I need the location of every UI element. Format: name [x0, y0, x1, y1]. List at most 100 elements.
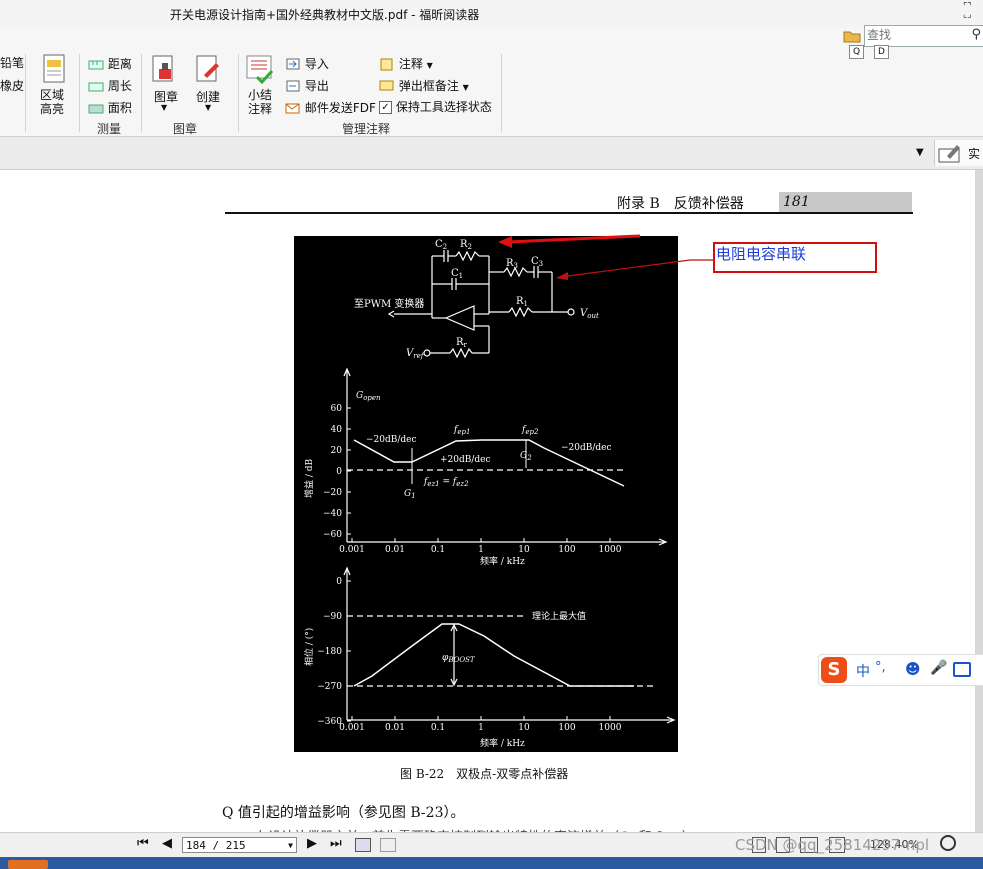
measure-group-label: 测量	[97, 122, 122, 136]
perimeter-icon	[88, 82, 104, 91]
phase-xlabel: 频率 / kHz	[480, 737, 525, 749]
search-box[interactable]: ⚲	[864, 25, 983, 47]
import-button[interactable]: 导入	[285, 55, 329, 72]
comments-group-label: 管理注释	[342, 122, 391, 136]
label-rr: Rr	[456, 337, 468, 349]
email-fdf-button[interactable]: 邮件发送FDF	[285, 99, 376, 116]
typewriter-button[interactable]: 实	[934, 140, 983, 166]
ruler-icon	[88, 60, 104, 69]
chevron-down-icon[interactable]: ▼	[205, 103, 211, 112]
prev-page-icon[interactable]: ◀	[162, 836, 172, 851]
email-icon	[285, 103, 300, 114]
popup-note-label: 弹出框备注	[398, 79, 459, 93]
pencil-button[interactable]: 铅笔	[0, 54, 24, 71]
phase-x-tick-label: 0.01	[385, 723, 405, 733]
page-number-input[interactable]: 184 / 215 ▼	[182, 837, 297, 853]
restore-icon[interactable]: ⌜⌝ ⌞⌟	[963, 3, 977, 20]
taskbar	[0, 857, 983, 869]
body-text: Q 值引起的增益影响（参见图 B-23）。	[222, 805, 465, 821]
gain-y-tick-label: −20	[323, 488, 342, 498]
phase-x-tick-label: 10	[518, 723, 530, 733]
annotation-arrows[interactable]	[490, 228, 720, 288]
sogou-logo-icon[interactable]: S	[821, 657, 847, 683]
annotation-label: 注释	[398, 57, 423, 71]
header-rule	[225, 212, 913, 214]
ime-toolbar[interactable]: S 中 °, ☻ 🎤	[818, 654, 983, 686]
create-stamp-button[interactable]	[194, 55, 222, 85]
secondary-toolbar: ▼ 实	[0, 137, 983, 170]
figure-image: C2 R2 C1 R3 C3 R1 Rr 至PWM 变换器 Vout Vref …	[294, 236, 678, 752]
chevron-down-icon[interactable]: ▼	[916, 147, 924, 158]
gain-ylabel: 增益 / dB	[303, 458, 315, 498]
label-r2: R2	[460, 239, 472, 251]
stamp-button[interactable]	[150, 55, 178, 85]
page-header-text: 附录 B 反馈补偿器	[617, 196, 744, 212]
microphone-icon[interactable]: 🎤	[930, 660, 947, 676]
area-highlight-button[interactable]	[39, 54, 69, 84]
summary-comments-button[interactable]	[245, 55, 275, 85]
export-button[interactable]: 导出	[285, 77, 329, 94]
prev-view-icon[interactable]	[355, 838, 371, 852]
gopen-label: Gopen	[356, 391, 381, 402]
divider	[79, 54, 80, 132]
phi-boost-label: φBOOST	[442, 653, 476, 664]
keep-tool-checkbox[interactable]: ✓ 保持工具选择状态	[379, 98, 492, 115]
zoom-out-icon[interactable]	[940, 835, 956, 851]
fez-label: fez1 = fez2	[423, 477, 469, 488]
popup-icon	[379, 80, 394, 91]
folder-icon[interactable]	[843, 29, 861, 46]
next-view-icon[interactable]	[380, 838, 396, 852]
first-page-icon[interactable]: ⏮	[137, 836, 149, 851]
ime-punct[interactable]: °,	[875, 660, 886, 675]
divider	[141, 54, 142, 132]
checkbox-checked-icon[interactable]: ✓	[379, 101, 392, 114]
chevron-down-icon[interactable]: ▼	[288, 838, 293, 854]
chevron-down-icon[interactable]: ▼	[427, 61, 433, 70]
gain-x-tick-label: 10	[518, 545, 530, 555]
phase-x-ticks: 0.001 0.01 0.1 1 10 100 1000	[339, 716, 622, 733]
phase-y-tick-label: −180	[317, 647, 342, 657]
gain-x-tick-label: 1000	[599, 545, 622, 555]
ribbon: 铅笔 橡皮 区域 高亮 距离 周长 面积 测量 图章 ▼ 创建 ▼ 图章 小结 …	[0, 28, 983, 137]
email-fdf-label: 邮件发送FDF	[304, 101, 376, 115]
gain-y-tick-label: 60	[331, 404, 343, 414]
chevron-down-icon[interactable]: ▼	[161, 103, 167, 112]
area-highlight-label: 区域 高亮	[40, 88, 65, 116]
next-page-icon[interactable]: ▶	[307, 836, 317, 851]
create-stamp-icon	[196, 55, 219, 82]
distance-label: 距离	[107, 57, 132, 71]
last-page-icon[interactable]: ⏭	[330, 836, 342, 851]
page-number-value[interactable]: 184 / 215	[186, 839, 246, 852]
area-highlight-icon	[43, 54, 65, 83]
g2-label: G2	[520, 451, 532, 462]
gain-y-tick-label: 40	[331, 425, 343, 435]
emoji-icon[interactable]: ☻	[905, 660, 921, 678]
perimeter-button[interactable]: 周长	[88, 77, 132, 94]
stamp-group-label: 图章	[173, 122, 198, 136]
gain-x-ticks: 0.001 0.01 0.1 1 10 100 1000	[339, 538, 622, 555]
ime-chinese-mode[interactable]: 中	[856, 661, 870, 681]
area-button[interactable]: 面积	[88, 99, 132, 116]
keytip-d: D	[874, 45, 889, 59]
slope-label-1: −20dB/dec	[366, 435, 417, 445]
note-icon	[380, 58, 393, 71]
popup-note-button[interactable]: 弹出框备注 ▼	[379, 77, 469, 94]
phase-x-tick-label: 0.001	[339, 723, 365, 733]
search-icon[interactable]: ⚲	[971, 27, 981, 42]
phase-x-tick-label: 1000	[599, 723, 622, 733]
annotation-button[interactable]: 注释 ▼	[379, 55, 433, 72]
chevron-down-icon[interactable]: ▼	[463, 83, 469, 92]
gain-x-tick-label: 0.01	[385, 545, 405, 555]
search-input[interactable]	[865, 26, 965, 44]
taskbar-app-icon[interactable]	[8, 860, 48, 869]
window-title: 开关电源设计指南+国外经典教材中文版.pdf - 福昕阅读器	[170, 8, 480, 22]
keyboard-icon[interactable]	[953, 662, 971, 677]
slope-label-2: +20dB/dec	[440, 455, 491, 465]
distance-button[interactable]: 距离	[88, 55, 132, 72]
area-icon	[88, 104, 104, 113]
vertical-scrollbar[interactable]	[975, 170, 983, 832]
fep1-label: fep1	[453, 425, 470, 436]
eraser-button[interactable]: 橡皮	[0, 77, 24, 94]
figure-caption: 图 B-22 双极点-双零点补偿器	[400, 767, 569, 781]
phase-ylabel: 相位 / (°)	[303, 628, 315, 666]
